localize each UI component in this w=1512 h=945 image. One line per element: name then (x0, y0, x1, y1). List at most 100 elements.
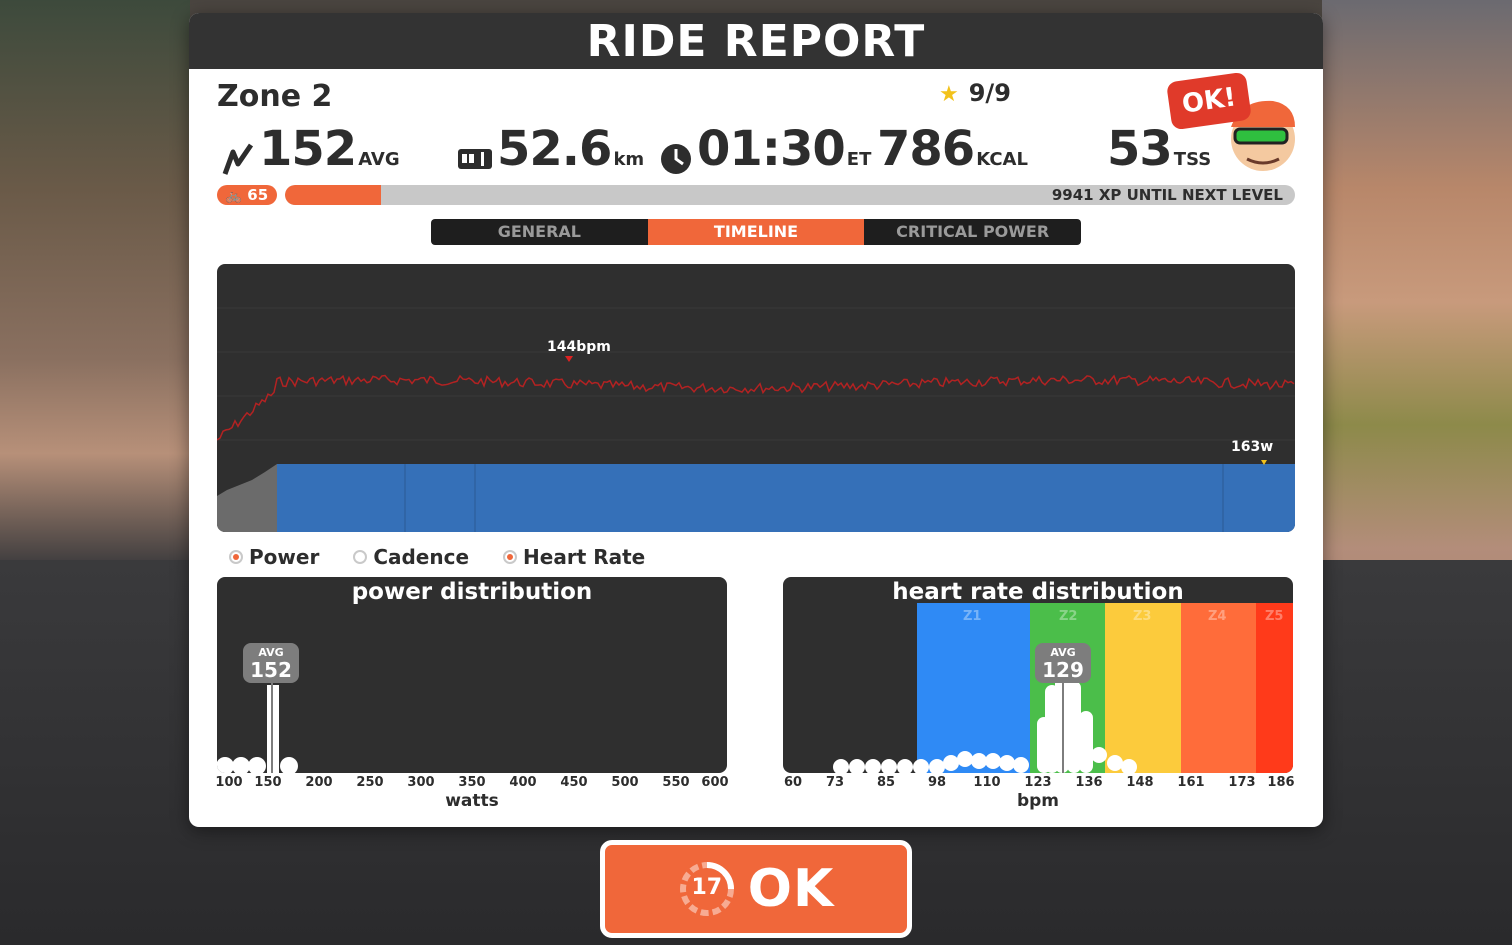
hr-tick: 173 (1228, 775, 1256, 790)
hr-avg-pin: AVG 129 (1035, 643, 1091, 683)
power-unit: AVG (358, 149, 400, 170)
distance-value: 52.6 (497, 121, 612, 177)
odometer-icon (457, 146, 493, 176)
countdown-value: 17 (691, 875, 723, 900)
report-tabs: GENERAL TIMELINE CRITICAL POWER (431, 219, 1081, 245)
ok-button-label: OK (747, 859, 835, 919)
timeline-legend: Power Cadence Heart Rate (229, 545, 645, 569)
zone-z5-band (1256, 603, 1293, 773)
power-tick: 500 (611, 775, 639, 790)
zone-z4-band (1181, 603, 1256, 773)
power-icon (221, 142, 255, 180)
power-peak-label: 163w (1231, 439, 1274, 455)
power-value: 152 (259, 121, 357, 177)
hr-tick: 85 (876, 775, 896, 790)
xp-progress-fill (285, 185, 381, 205)
rider-avatar: OK! (1166, 71, 1297, 177)
tss-unit: TSS (1173, 149, 1212, 170)
tab-critical-power[interactable]: CRITICAL POWER (864, 219, 1081, 245)
power-avg-value: 152 (250, 658, 292, 682)
power-tick: 600 (701, 775, 729, 790)
calories-value: 786 (877, 121, 975, 177)
power-tick: 150 (254, 775, 282, 790)
zone-label-z3: Z3 (1133, 609, 1152, 624)
power-ticks: 100 150 200 250 300 350 400 450 500 550 … (215, 775, 729, 791)
zone-label-z4: Z4 (1208, 609, 1227, 624)
ride-report-panel: RIDE REPORT Zone 2 ★ 9/9 152 AVG 52.6 km 01… (189, 13, 1323, 827)
heart-rate-line (217, 374, 1295, 441)
countdown-timer: 17 (678, 860, 736, 918)
ok-button[interactable]: 17 OK (600, 840, 912, 938)
stat-time: 01:30 ET (659, 121, 871, 180)
legend-heart-rate-label: Heart Rate (523, 545, 646, 569)
power-radio[interactable] (229, 550, 243, 564)
hr-tick: 110 (973, 775, 1001, 790)
power-tick: 300 (407, 775, 435, 790)
power-area (277, 464, 1295, 532)
ride-report-title: RIDE REPORT (189, 13, 1323, 69)
tab-timeline[interactable]: TIMELINE (647, 219, 865, 245)
time-unit: ET (846, 149, 872, 170)
tss-value: 53 (1107, 121, 1173, 177)
zone-z3-band (1105, 603, 1181, 773)
zone-z1-band (917, 603, 1030, 773)
stars-rating: ★ 9/9 (939, 79, 1011, 107)
hr-distribution-chart: heart rate distribution Z1 Z2 Z3 Z4 Z5 A… (783, 577, 1293, 773)
hr-tick: 123 (1024, 775, 1052, 790)
power-avg-pin: AVG 152 (243, 643, 299, 683)
warmup-area (217, 464, 277, 532)
distance-unit: km (613, 149, 645, 170)
legend-power-label: Power (249, 545, 320, 569)
time-value: 01:30 (697, 121, 846, 177)
power-distribution-chart: power distribution AVG 152 (217, 577, 727, 773)
power-tick: 250 (356, 775, 384, 790)
stars-count: 9/9 (968, 79, 1011, 107)
power-tick: 550 (662, 775, 690, 790)
heart-rate-radio[interactable] (503, 550, 518, 564)
power-tick: 100 (215, 775, 243, 790)
hr-distribution-title: heart rate distribution (892, 579, 1184, 605)
legend-cadence-label: Cadence (373, 545, 470, 569)
xp-text: 9941 XP UNTIL NEXT LEVEL (1051, 186, 1283, 204)
xp-row: 🚲 65 9941 XP UNTIL NEXT LEVEL (217, 185, 1295, 205)
ok-bubble-text: OK! (1180, 82, 1238, 120)
zone-label-z2: Z2 (1059, 609, 1078, 624)
route-name: Zone 2 (217, 79, 333, 114)
power-tick: 350 (458, 775, 486, 790)
hr-tick: 60 (783, 775, 803, 790)
hr-tick: 186 (1267, 775, 1295, 790)
calories-unit: KCAL (976, 149, 1028, 170)
legend-cadence[interactable]: Cadence (353, 545, 469, 569)
timeline-chart: 144bpm 163w (217, 264, 1295, 532)
power-axis-label: watts (445, 791, 499, 811)
level-badge: 🚲 65 (217, 185, 277, 205)
power-tick: 400 (509, 775, 537, 790)
zone-label-z1: Z1 (963, 609, 982, 624)
hr-tick: 161 (1177, 775, 1205, 790)
power-tick: 450 (560, 775, 588, 790)
hr-avg-value: 129 (1042, 658, 1084, 682)
stat-power: 152 AVG (221, 121, 400, 180)
xp-progress-bar: 9941 XP UNTIL NEXT LEVEL (285, 185, 1295, 205)
hr-tick: 136 (1075, 775, 1103, 790)
level-value: 65 (247, 186, 269, 204)
star-icon: ★ (939, 82, 959, 107)
bike-icon: 🚲 (225, 189, 243, 204)
legend-power[interactable]: Power (229, 545, 319, 569)
cadence-radio[interactable] (353, 550, 368, 564)
hr-tick: 148 (1126, 775, 1154, 790)
stat-tss: 53 TSS (1107, 121, 1211, 177)
power-tick: 200 (305, 775, 333, 790)
timeline-svg (217, 307, 1295, 532)
stat-distance: 52.6 km (457, 121, 644, 177)
tab-general[interactable]: GENERAL (431, 219, 648, 245)
hr-ticks: 60 73 85 98 110 123 136 148 161 173 186 (783, 775, 1295, 791)
zone-label-z5: Z5 (1265, 609, 1284, 624)
hr-axis-label: bpm (1016, 791, 1060, 811)
clock-icon (659, 142, 693, 180)
hr-peak-label: 144bpm (547, 339, 611, 355)
hr-tick: 73 (825, 775, 845, 790)
hr-tick: 98 (927, 775, 947, 790)
stat-calories: 786 KCAL (877, 121, 1028, 177)
legend-heart-rate[interactable]: Heart Rate (503, 545, 645, 569)
